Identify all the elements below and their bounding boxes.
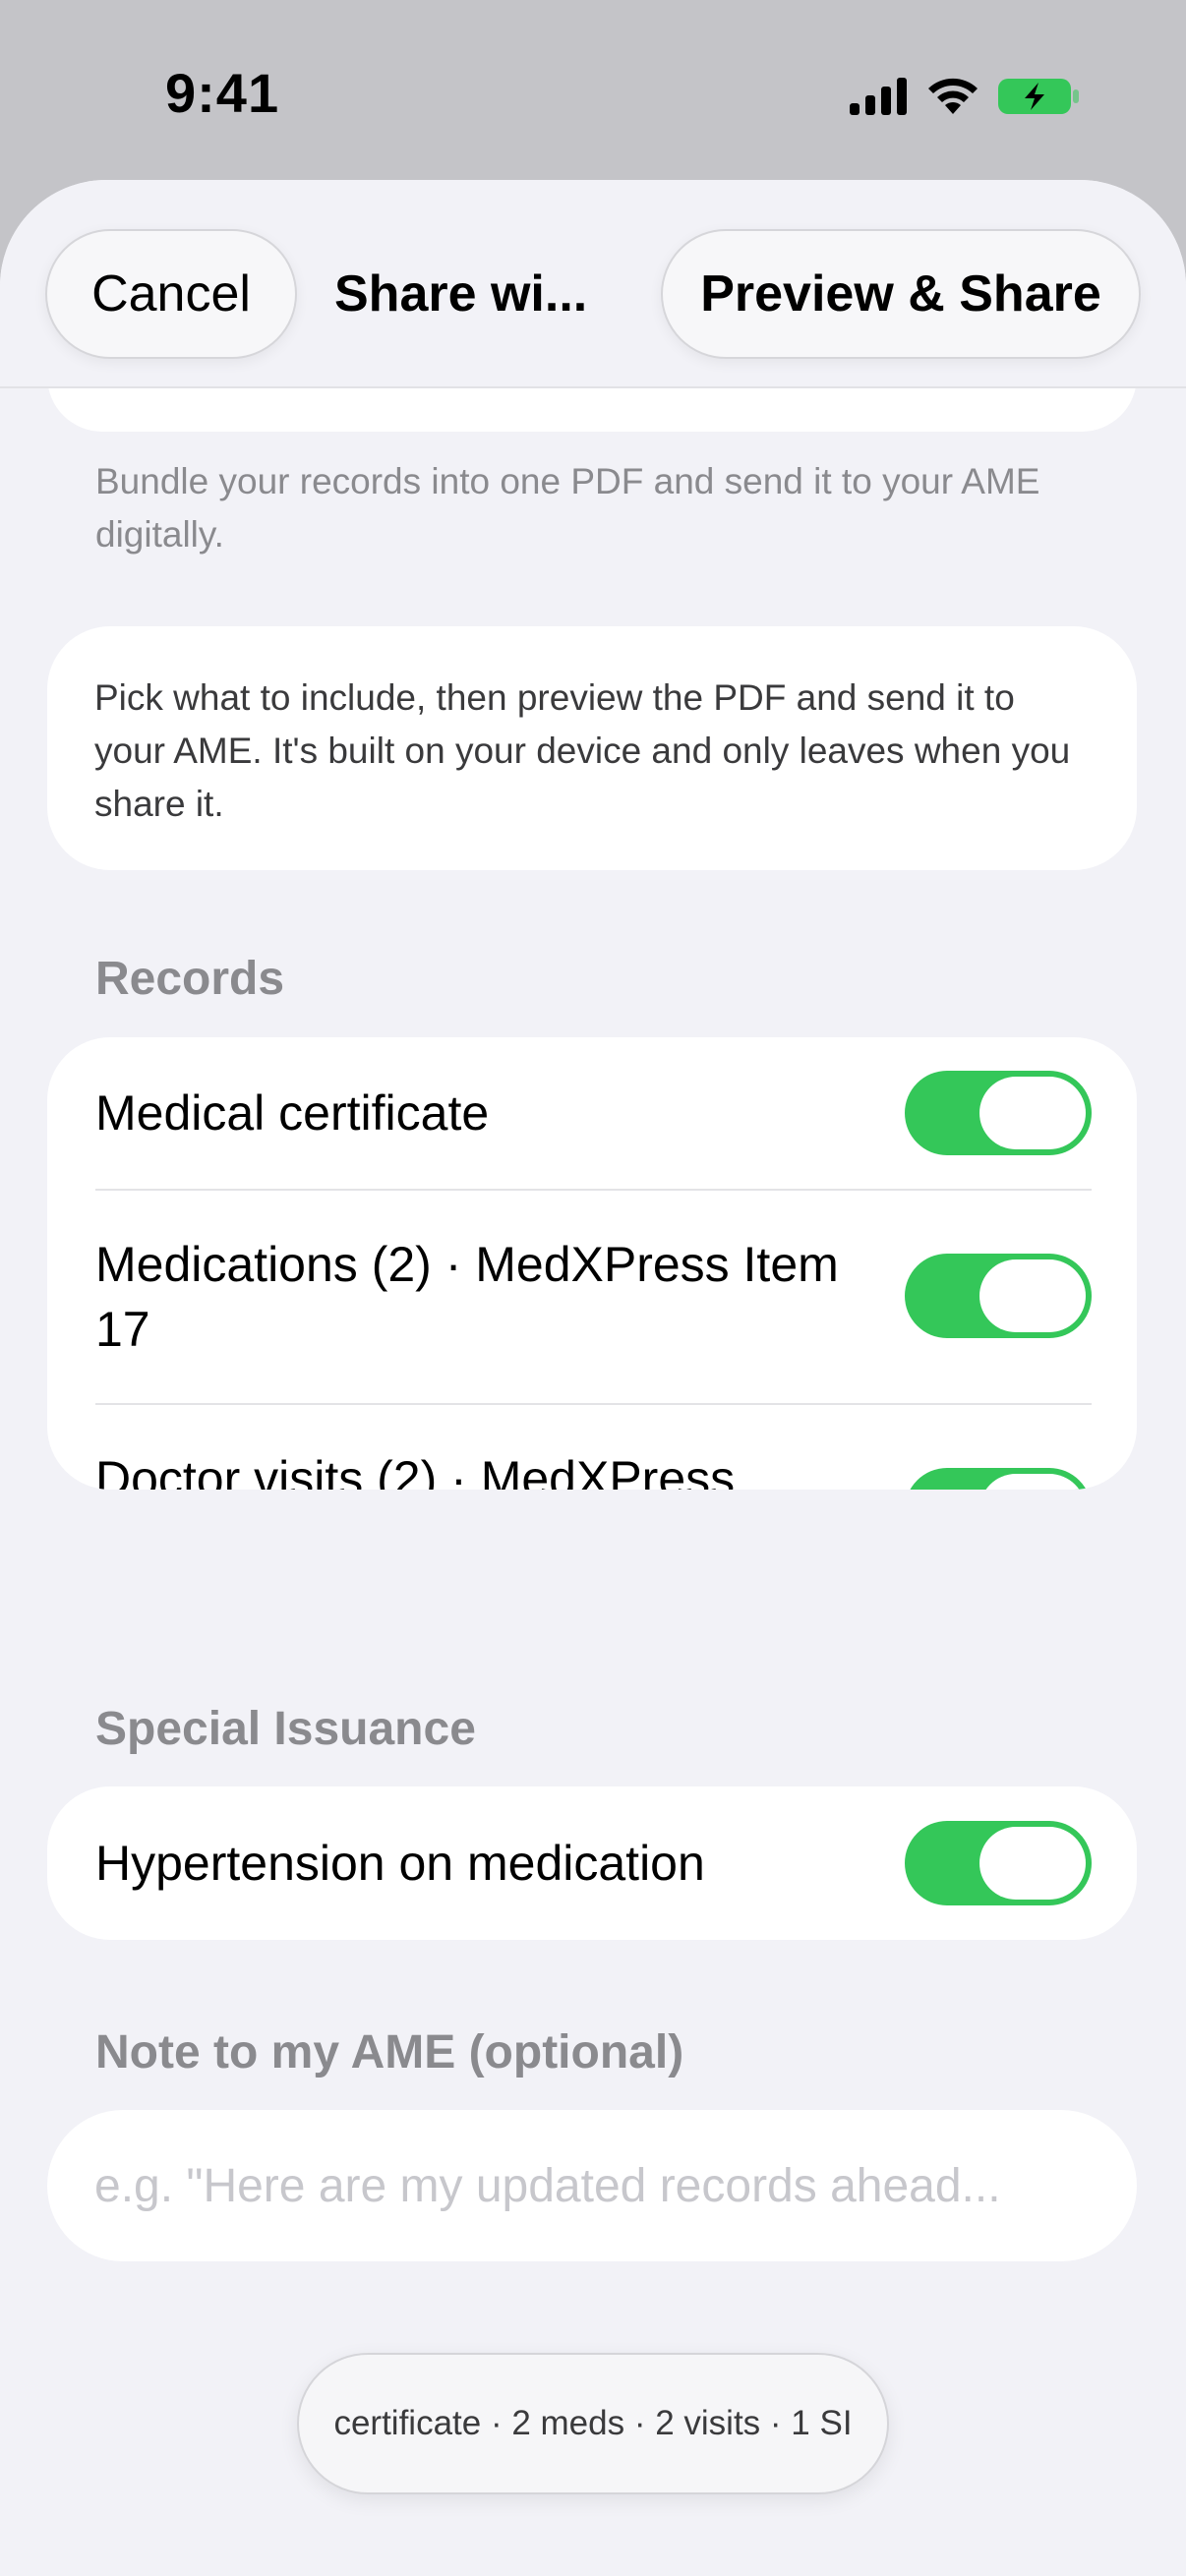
records-section-header: Records	[95, 953, 285, 1005]
record-row-medications[interactable]: Medications (2) · MedXPress Item 17	[47, 1191, 1137, 1403]
wifi-icon	[928, 78, 978, 114]
toggle-knob	[979, 1259, 1086, 1332]
special-issuance-section-header: Special Issuance	[95, 1703, 476, 1755]
record-row-doctor-visits[interactable]: Doctor visits (2) · MedXPress Item 19	[47, 1405, 1137, 1490]
hypertension-toggle[interactable]	[905, 1821, 1092, 1905]
status-icons	[850, 77, 1080, 116]
selection-summary-text: certificate · 2 meds · 2 visits · 1 SI	[333, 2404, 853, 2442]
cancel-label: Cancel	[91, 265, 251, 322]
record-row-medical-certificate[interactable]: Medical certificate	[47, 1037, 1137, 1189]
medical-certificate-toggle[interactable]	[905, 1071, 1092, 1155]
record-label: Medical certificate	[95, 1085, 490, 1141]
preview-share-label: Preview & Share	[700, 265, 1101, 322]
selection-summary-pill: certificate · 2 meds · 2 visits · 1 SI	[297, 2353, 889, 2494]
share-sheet: Bundle your records into one PDF and sen…	[0, 180, 1186, 2576]
info-card-text: Pick what to include, then preview the P…	[94, 677, 1071, 824]
note-to-ame-input[interactable]	[47, 2110, 1137, 2261]
note-section-header: Note to my AME (optional)	[95, 2026, 684, 2078]
status-bar: 9:41	[0, 0, 1186, 182]
toggle-knob	[979, 1827, 1086, 1900]
special-issuance-group: Hypertension on medication	[47, 1786, 1137, 1940]
medications-toggle[interactable]	[905, 1254, 1092, 1338]
record-label: Doctor visits (2) · MedXPress Item 19	[95, 1451, 736, 1490]
record-label: Medications (2) · MedXPress Item 17	[95, 1237, 839, 1357]
si-row-hypertension[interactable]: Hypertension on medication	[47, 1786, 1137, 1940]
toggle-knob	[979, 1077, 1086, 1149]
doctor-visits-toggle[interactable]	[905, 1468, 1092, 1490]
cancel-button[interactable]: Cancel	[45, 229, 297, 359]
si-label: Hypertension on medication	[95, 1836, 705, 1891]
sheet-title: Share wi...	[334, 265, 588, 322]
signal-icon	[850, 78, 907, 115]
battery-charging-icon	[998, 79, 1079, 114]
sheet-nav-bar: Cancel Share wi... Preview & Share	[0, 180, 1186, 388]
preview-share-button[interactable]: Preview & Share	[661, 229, 1141, 359]
records-group: Medical certificate Medications (2) · Me…	[47, 1037, 1137, 1490]
status-time: 9:41	[165, 62, 280, 124]
info-card: Pick what to include, then preview the P…	[47, 626, 1137, 870]
intro-footer-text: Bundle your records into one PDF and sen…	[95, 461, 1040, 555]
toggle-knob	[979, 1474, 1086, 1490]
